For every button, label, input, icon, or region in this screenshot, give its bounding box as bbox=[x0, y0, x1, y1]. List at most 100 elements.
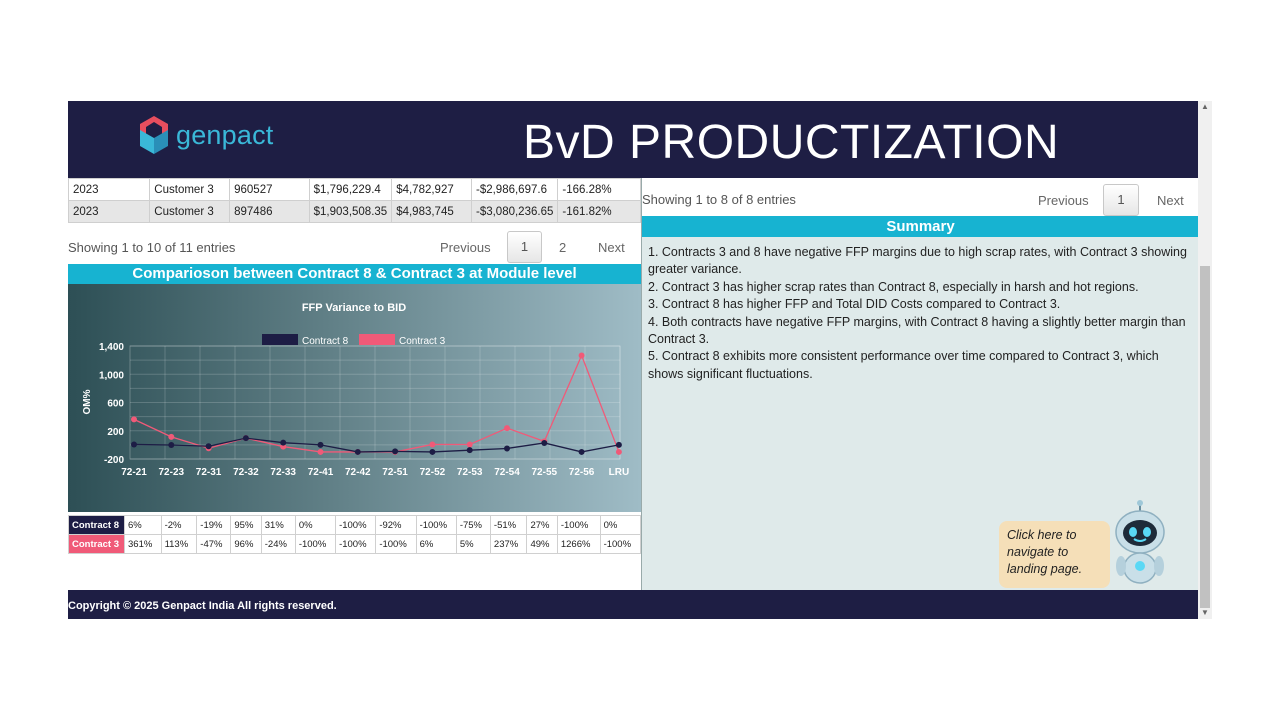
data-point bbox=[317, 448, 324, 455]
data-point bbox=[504, 425, 510, 432]
table-cell: 2023 bbox=[68, 178, 151, 201]
comparison-title: Comparioson between Contract 8 & Contrac… bbox=[68, 264, 641, 284]
data-point bbox=[615, 441, 622, 448]
data-point bbox=[317, 441, 324, 448]
values-cell: 113% bbox=[160, 534, 198, 554]
x-tick-label: 72-51 bbox=[382, 467, 408, 478]
legend-swatch bbox=[359, 334, 395, 345]
x-tick-label: 72-55 bbox=[532, 467, 558, 478]
left-previous-button[interactable]: Previous bbox=[440, 240, 491, 255]
legend-label: Contract 8 bbox=[302, 336, 349, 347]
left-next-button[interactable]: Next bbox=[598, 240, 625, 255]
values-cell: -100% bbox=[599, 534, 642, 554]
values-row-label: Contract 3 bbox=[68, 534, 125, 554]
summary-title: Summary bbox=[642, 216, 1198, 237]
left-entries-info: Showing 1 to 10 of 11 entries bbox=[68, 240, 236, 255]
table-cell: $1,903,508.35 bbox=[308, 200, 393, 223]
table-cell: -166.28% bbox=[557, 178, 641, 201]
chart-title: FFP Variance to BID bbox=[302, 302, 406, 314]
genpact-logo[interactable]: genpact bbox=[140, 115, 273, 155]
vertical-scrollbar[interactable]: ▲ ▼ bbox=[1198, 101, 1212, 619]
x-tick-label: 72-33 bbox=[270, 467, 296, 478]
summary-list: 1. Contracts 3 and 8 have negative FFP m… bbox=[648, 244, 1193, 383]
right-page-1-button[interactable]: 1 bbox=[1103, 184, 1139, 216]
values-cell: -75% bbox=[455, 515, 491, 535]
values-cell: -47% bbox=[196, 534, 232, 554]
data-point bbox=[578, 448, 585, 455]
values-cell: 95% bbox=[230, 515, 262, 535]
x-tick-label: 72-23 bbox=[159, 467, 185, 478]
values-row-label: Contract 8 bbox=[68, 515, 125, 535]
x-tick-label: 72-56 bbox=[569, 467, 595, 478]
data-point bbox=[429, 441, 436, 448]
values-cell: 0% bbox=[294, 515, 337, 535]
values-cell: -100% bbox=[375, 534, 417, 554]
right-pager: Showing 1 to 8 of 8 entries Previous 1 N… bbox=[642, 178, 1198, 216]
values-cell: -51% bbox=[489, 515, 528, 535]
x-tick-label: 72-42 bbox=[345, 467, 371, 478]
data-point bbox=[242, 435, 249, 442]
left-page-2-button[interactable]: 2 bbox=[559, 240, 566, 255]
data-point bbox=[280, 439, 287, 446]
data-point bbox=[466, 441, 473, 448]
values-cell: 31% bbox=[260, 515, 296, 535]
data-point bbox=[429, 448, 436, 455]
y-tick-label: 600 bbox=[107, 399, 124, 410]
data-point bbox=[578, 352, 585, 359]
data-point bbox=[392, 448, 399, 455]
scroll-thumb[interactable] bbox=[1200, 266, 1210, 608]
data-point bbox=[131, 416, 137, 423]
table-cell: -$2,986,697.6 bbox=[470, 178, 559, 201]
right-previous-button[interactable]: Previous bbox=[1038, 193, 1089, 208]
values-cell: -92% bbox=[375, 515, 417, 535]
data-point bbox=[541, 439, 548, 446]
data-table: 2023 Customer 3 960527 $1,796,229.4 $4,782,9… bbox=[68, 178, 641, 223]
scroll-up-icon[interactable]: ▲ bbox=[1198, 101, 1212, 113]
right-pane: Showing 1 to 8 of 8 entries Previous 1 N… bbox=[641, 178, 1198, 590]
values-cell: 6% bbox=[415, 534, 457, 554]
values-cell: -2% bbox=[160, 515, 198, 535]
summary-item: 1. Contracts 3 and 8 have negative FFP m… bbox=[648, 245, 1187, 277]
values-cell: -19% bbox=[196, 515, 232, 535]
x-tick-label: 72-41 bbox=[308, 467, 334, 478]
data-point bbox=[168, 433, 175, 440]
values-cell: -100% bbox=[556, 515, 601, 535]
x-tick-label: 72-31 bbox=[196, 467, 222, 478]
values-table: Contract 8 6% -2% -19% 95% 31% 0% -100% -92% -100… bbox=[68, 515, 642, 554]
table-cell: Customer 3 bbox=[149, 178, 231, 201]
values-row: Contract 8 6% -2% -19% 95% 31% 0% -100% -92% -100… bbox=[68, 515, 642, 535]
series-line bbox=[133, 353, 620, 453]
summary-item: 2. Contract 3 has higher scrap rates tha… bbox=[648, 279, 1139, 294]
y-tick-label: -200 bbox=[104, 455, 124, 466]
data-point bbox=[168, 442, 175, 449]
values-cell: 1266% bbox=[556, 534, 601, 554]
landing-page-link[interactable]: Click here to navigate to landing page. bbox=[999, 521, 1110, 588]
table-cell: $1,796,229.4 bbox=[308, 178, 393, 201]
values-cell: 237% bbox=[489, 534, 528, 554]
table-cell: Customer 3 bbox=[149, 200, 231, 223]
values-cell: 96% bbox=[230, 534, 262, 554]
scroll-down-icon[interactable]: ▼ bbox=[1198, 607, 1212, 619]
legend-swatch bbox=[262, 334, 298, 345]
right-next-button[interactable]: Next bbox=[1157, 193, 1184, 208]
table-row: 2023 Customer 3 960527 $1,796,229.4 $4,782,9… bbox=[68, 178, 641, 201]
values-cell: 27% bbox=[526, 515, 558, 535]
summary-item: 3. Contract 8 has higher FFP and Total D… bbox=[648, 297, 1061, 312]
values-cell: 5% bbox=[455, 534, 491, 554]
page-title: BvD PRODUCTIZATION bbox=[523, 116, 1060, 169]
x-tick-label: LRU bbox=[609, 467, 630, 478]
values-row: Contract 3 361% 113% -47% 96% -24% -100% -100% -… bbox=[68, 534, 642, 554]
x-tick-label: 72-32 bbox=[233, 467, 259, 478]
robot-icon[interactable] bbox=[1112, 500, 1168, 586]
logo-text: genpact bbox=[176, 119, 274, 150]
table-cell: -$3,080,236.65 bbox=[470, 200, 559, 223]
values-cell: 49% bbox=[526, 534, 558, 554]
y-axis-label: OM% bbox=[82, 389, 93, 414]
table-cell: 960527 bbox=[229, 178, 310, 201]
values-cell: -24% bbox=[260, 534, 296, 554]
data-point bbox=[615, 448, 622, 455]
table-cell: 2023 bbox=[68, 200, 151, 223]
table-cell: $4,782,927 bbox=[391, 178, 472, 201]
left-page-1-button[interactable]: 1 bbox=[507, 231, 542, 263]
x-tick-label: 72-21 bbox=[121, 467, 147, 478]
